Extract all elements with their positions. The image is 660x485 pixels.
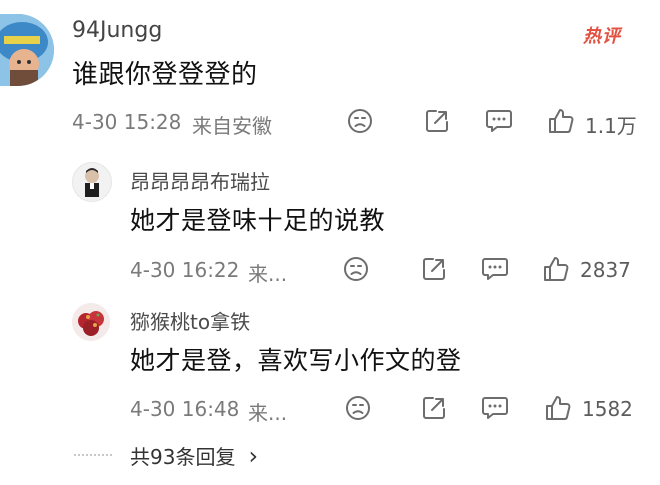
main-dislike-button[interactable] — [347, 108, 373, 134]
more-replies-divider — [74, 454, 112, 456]
reply-2-like-button[interactable] — [544, 394, 572, 422]
dislike-face-icon — [344, 257, 368, 281]
share-icon — [426, 110, 448, 132]
main-username[interactable]: 94Jungg — [72, 18, 162, 43]
thumbs-up-icon — [549, 109, 574, 133]
reply-1-dislike-button[interactable] — [343, 256, 369, 282]
comment-icon — [486, 110, 512, 132]
chevron-right-icon: › — [248, 442, 259, 470]
main-comment-button[interactable] — [485, 108, 513, 134]
more-replies-link[interactable]: 共93条回复 › — [130, 441, 258, 470]
reply-1-time: 4-30 16:22 — [130, 258, 240, 282]
main-avatar[interactable] — [0, 14, 54, 86]
main-comment-text: 谁跟你登登登的 — [72, 60, 258, 90]
dislike-face-icon — [348, 109, 372, 133]
comment-icon — [482, 258, 508, 280]
share-icon — [423, 258, 445, 280]
reply-2-avatar[interactable] — [72, 303, 110, 341]
main-like-count: 1.1万 — [585, 114, 637, 138]
reply-1-username[interactable]: 昂昂昂昂布瑞拉 — [130, 166, 270, 195]
reply-2-username[interactable]: 猕猴桃to拿铁 — [130, 306, 250, 335]
reply-2-avatar-image — [72, 303, 110, 341]
reply-2-share-button[interactable] — [421, 395, 447, 421]
main-share-button[interactable] — [424, 108, 450, 134]
reply-2-location: 来... — [248, 401, 288, 425]
more-replies-label: 共93条回复 — [130, 445, 236, 469]
reply-1-location: 来... — [248, 262, 288, 286]
main-comment-time: 4-30 15:28 — [72, 110, 182, 134]
reply-1-like-count: 2837 — [580, 258, 631, 282]
reply-1-avatar-image — [85, 168, 99, 197]
reply-2-time: 4-30 16:48 — [130, 397, 240, 421]
reply-2-text: 她才是登，喜欢写小作文的登 — [130, 346, 462, 375]
dislike-face-icon — [346, 396, 370, 420]
reply-2-dislike-button[interactable] — [345, 395, 371, 421]
main-avatar-image — [0, 14, 54, 86]
hot-comment-badge: 热评 — [583, 26, 621, 47]
reply-2-like-count: 1582 — [582, 397, 633, 421]
comment-icon — [482, 397, 508, 419]
reply-1-avatar[interactable] — [72, 162, 112, 202]
reply-1-share-button[interactable] — [421, 256, 447, 282]
reply-2-comment-button[interactable] — [481, 395, 509, 421]
thumbs-up-icon — [546, 396, 571, 420]
thumbs-up-icon — [544, 257, 569, 281]
share-icon — [423, 397, 445, 419]
reply-1-text: 她才是登味十足的说教 — [130, 206, 386, 235]
main-like-button[interactable] — [547, 107, 575, 135]
reply-1-comment-button[interactable] — [481, 256, 509, 282]
main-comment-location: 来自安徽 — [192, 114, 272, 138]
reply-1-like-button[interactable] — [542, 255, 570, 283]
